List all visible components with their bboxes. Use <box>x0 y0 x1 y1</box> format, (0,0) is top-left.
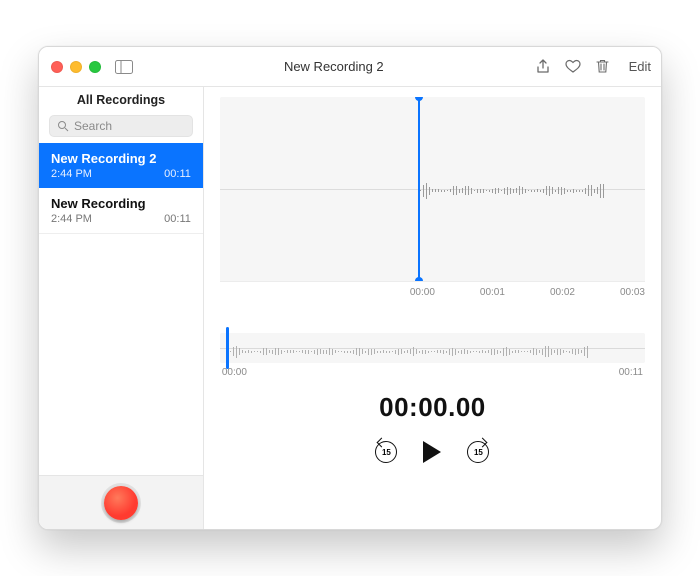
record-button[interactable] <box>104 486 138 520</box>
overview-ticks <box>230 343 635 353</box>
overview-section: 00:00 00:11 <box>220 333 645 378</box>
search-placeholder: Search <box>74 119 112 133</box>
trash-icon[interactable] <box>595 59 611 75</box>
edit-button[interactable]: Edit <box>625 59 651 74</box>
skip-forward-button[interactable]: 15 <box>467 441 489 463</box>
waveform-ticks <box>420 182 639 196</box>
overview-end-label: 00:11 <box>619 367 643 378</box>
waveform-zoom[interactable]: 00:00 00:01 00:02 00:03 <box>220 97 645 303</box>
playhead[interactable] <box>418 97 420 281</box>
list-item[interactable]: New Recording 2:44 PM 00:11 <box>39 188 203 234</box>
recording-name: New Recording 2 <box>51 151 191 166</box>
recording-duration: 00:11 <box>164 168 191 180</box>
sidebar-footer <box>39 475 203 529</box>
recording-time: 2:44 PM <box>51 168 92 180</box>
ruler-tick: 00:01 <box>480 287 505 298</box>
zoom-window-button[interactable] <box>89 61 101 73</box>
window-title: New Recording 2 <box>133 59 535 74</box>
search-icon <box>57 120 69 132</box>
toggle-sidebar-button[interactable] <box>115 60 133 74</box>
search-input[interactable]: Search <box>49 115 193 137</box>
detail-pane: 00:00 00:01 00:02 00:03 00:00 00:11 00:0… <box>204 87 661 529</box>
current-time-display: 00:00.00 <box>220 392 645 423</box>
ruler-tick: 00:00 <box>410 287 435 298</box>
zoom-time-ruler: 00:00 00:01 00:02 00:03 <box>220 281 645 303</box>
recording-duration: 00:11 <box>164 213 191 225</box>
titlebar: New Recording 2 Edit <box>39 47 661 87</box>
waveform-overview[interactable] <box>220 333 645 363</box>
list-item[interactable]: New Recording 2 2:44 PM 00:11 <box>39 143 203 188</box>
ruler-tick: 00:02 <box>550 287 575 298</box>
playback-controls: 15 15 <box>220 441 645 463</box>
close-window-button[interactable] <box>51 61 63 73</box>
play-button[interactable] <box>423 441 441 463</box>
favorite-icon[interactable] <box>565 59 581 75</box>
minimize-window-button[interactable] <box>70 61 82 73</box>
overview-cursor[interactable] <box>226 327 229 369</box>
recordings-list: New Recording 2 2:44 PM 00:11 New Record… <box>39 143 203 475</box>
title-actions: Edit <box>535 59 651 75</box>
body: All Recordings Search New Recording 2 2:… <box>39 87 661 529</box>
ruler-tick: 00:03 <box>620 287 645 298</box>
skip-back-button[interactable]: 15 <box>375 441 397 463</box>
sidebar-heading: All Recordings <box>39 87 203 113</box>
app-window: New Recording 2 Edit All Recordings Sear… <box>38 46 662 530</box>
recording-name: New Recording <box>51 196 191 211</box>
recording-time: 2:44 PM <box>51 213 92 225</box>
share-icon[interactable] <box>535 59 551 75</box>
sidebar: All Recordings Search New Recording 2 2:… <box>39 87 204 529</box>
window-controls <box>51 61 101 73</box>
